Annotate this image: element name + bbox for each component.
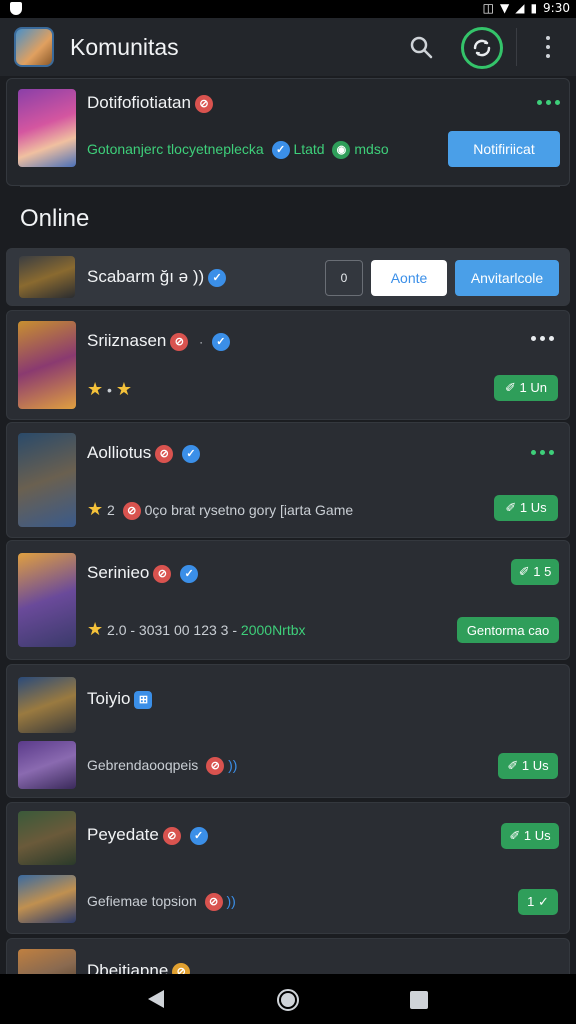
- avatar: [18, 811, 76, 865]
- status-badge: ⊘: [122, 502, 141, 521]
- status-pill[interactable]: ✐ 1 Us: [498, 753, 558, 779]
- section-divider: [20, 186, 560, 187]
- online-user-row[interactable]: Scabarm ğı ə )) ✓ 0 Aonte Anvitarlcole: [6, 248, 570, 306]
- verified-icon: ✓: [189, 826, 208, 845]
- player-name: Peyedate: [87, 825, 159, 844]
- featured-extra: mdso: [354, 141, 389, 157]
- action-pill[interactable]: Gentorma cao: [457, 617, 559, 643]
- player-name: Sriiznasen: [87, 331, 167, 350]
- group-icon: ⊞: [134, 690, 153, 709]
- avatar: [18, 875, 76, 923]
- avatar: [18, 741, 76, 789]
- system-nav-bar: [0, 974, 576, 1024]
- player-rating: •: [107, 382, 112, 398]
- verified-icon: ✓: [271, 141, 290, 160]
- star-icon: ★: [87, 499, 104, 519]
- signal-icon: ◢: [515, 1, 525, 15]
- player-info: 0ço brat rysetno gory [iarta Game: [144, 502, 354, 518]
- game-icon: ◉: [332, 141, 351, 160]
- status-pill[interactable]: ✐ 1 Un: [494, 375, 558, 401]
- player-name: Dbeitiapne: [87, 961, 169, 974]
- list-item[interactable]: Toiyio ⊞ Gebrendaooqpeis ⊘ )) ✐ 1 Us: [6, 664, 570, 798]
- verified-icon: ✓: [211, 332, 230, 351]
- avatar: [18, 321, 76, 409]
- appbar-divider: [516, 28, 517, 66]
- vibrate-icon: ◫: [482, 1, 494, 15]
- wifi-icon: ▼: [499, 1, 510, 15]
- verified-icon: ✓: [180, 564, 199, 583]
- status-badge: ⊘: [204, 893, 223, 912]
- signal-icon: )): [226, 893, 236, 909]
- status-badge: ⊘: [155, 444, 174, 463]
- page-title: Komunitas: [70, 34, 179, 60]
- avatar: [18, 553, 76, 647]
- more-vert-icon[interactable]: [540, 34, 556, 60]
- player-rating: 2: [107, 502, 115, 518]
- count-button[interactable]: 0: [325, 260, 363, 296]
- status-badge: ⊘: [162, 826, 181, 845]
- player-info: 2000Nrtbx: [240, 622, 306, 638]
- list-item[interactable]: Dbeitiapne ⊘: [6, 938, 570, 974]
- featured-description: Gotonanjerc tlocyetneplecka: [87, 141, 264, 157]
- list-item[interactable]: Peyedate ⊘ ✓ ✐ 1 Us Gefiemae topsion ⊘ ))…: [6, 802, 570, 934]
- player-subname: Gebrendaooqpeis: [87, 757, 199, 773]
- online-user-name: Scabarm ğı ə )): [87, 267, 205, 286]
- star-icon: ★: [87, 379, 104, 399]
- signal-icon: )): [228, 757, 238, 773]
- status-bar: ◫ ▼ ◢ ▮ 9:30: [0, 0, 576, 18]
- player-rating: 2.0 - 3031 00 123 3 -: [107, 622, 238, 638]
- status-pill[interactable]: ✐ 1 Us: [494, 495, 558, 521]
- accept-button[interactable]: Aonte: [371, 260, 447, 296]
- player-subname: Gefiemae topsion: [87, 893, 197, 909]
- player-name: Serinieo: [87, 563, 150, 582]
- search-icon[interactable]: [408, 34, 434, 60]
- app-bar: Komunitas: [0, 18, 576, 76]
- status-time: 9:30: [543, 1, 570, 15]
- status-badge: ⊘: [153, 564, 172, 583]
- section-title: Online: [20, 205, 90, 232]
- notify-button[interactable]: Notifiriicat: [448, 131, 560, 167]
- list-item[interactable]: Sriiznasen ⊘ · ✓ ★ • ★ ✐ 1 Un: [6, 310, 570, 420]
- more-horiz-icon[interactable]: [537, 100, 560, 105]
- status-badge: ⊘: [172, 962, 191, 974]
- more-horiz-icon[interactable]: [531, 336, 554, 341]
- avatar: [18, 677, 76, 733]
- home-icon[interactable]: [277, 989, 299, 1011]
- battery-icon: ▮: [530, 1, 538, 15]
- more-horiz-icon[interactable]: [531, 450, 554, 455]
- list-item[interactable]: Aolliotus ⊘ ✓ ★ 2 ⊘ 0ço brat rysetno gory…: [6, 422, 570, 538]
- status-badge: ⊘: [194, 94, 213, 113]
- featured-tag: Ltatd: [293, 141, 325, 157]
- invite-button[interactable]: Anvitarlcole: [455, 260, 559, 296]
- status-badge: ⊘: [206, 757, 225, 776]
- verified-icon: ✓: [208, 268, 227, 287]
- sync-button[interactable]: [461, 27, 503, 69]
- star-icon: ★: [115, 379, 132, 399]
- featured-avatar: [18, 89, 76, 167]
- avatar: [18, 433, 76, 527]
- player-name: Aolliotus: [87, 443, 152, 462]
- player-name: Toiyio: [87, 689, 131, 708]
- status-badge: ⊘: [170, 332, 189, 351]
- star-icon: ★: [87, 619, 104, 639]
- verified-icon: ✓: [182, 444, 200, 463]
- sync-icon: [473, 39, 491, 57]
- featured-name: Dotifofiotiatan: [87, 93, 191, 112]
- recents-icon[interactable]: [410, 991, 428, 1009]
- status-pill[interactable]: ✐ 1 Us: [501, 823, 559, 849]
- back-icon[interactable]: [148, 990, 164, 1008]
- community-list[interactable]: Dotifofiotiatan ⊘ Gotonanjerc tlocyetnepl…: [0, 76, 576, 974]
- confirm-pill[interactable]: 1 ✓: [518, 889, 558, 915]
- status-pill[interactable]: ✐ 1 5: [511, 559, 559, 585]
- avatar: [18, 949, 76, 974]
- featured-card[interactable]: Dotifofiotiatan ⊘ Gotonanjerc tlocyetnepl…: [6, 78, 570, 186]
- shield-icon: [10, 2, 22, 15]
- avatar: [19, 256, 75, 298]
- app-avatar[interactable]: [14, 27, 54, 67]
- list-item[interactable]: Serinieo ⊘ ✓ ✐ 1 5 ★ 2.0 - 3031 00 123 3 …: [6, 540, 570, 660]
